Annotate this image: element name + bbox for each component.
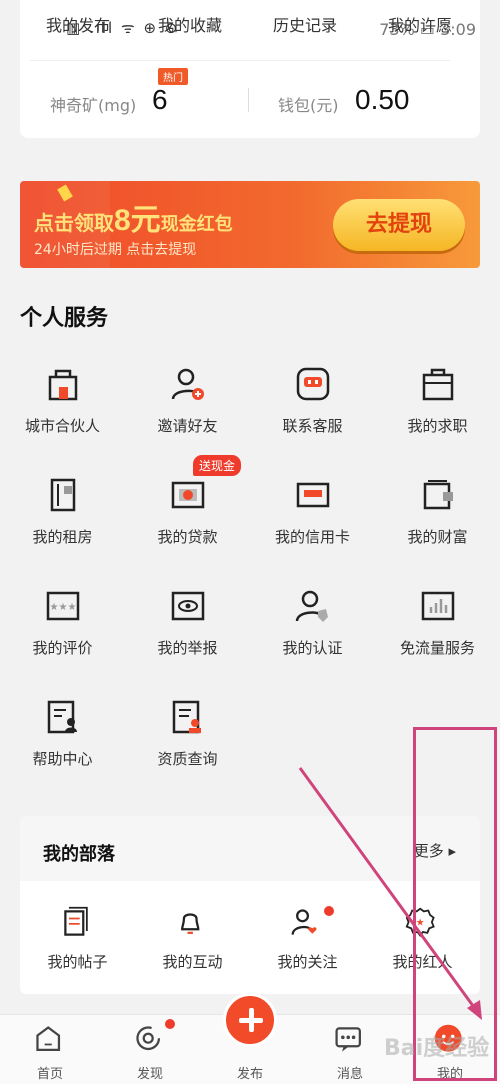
service-briefcase[interactable]: 我的求职 (375, 365, 500, 465)
quick-link-wishes[interactable]: 我的许愿 (388, 12, 452, 36)
service-label: 我的认证 (282, 639, 343, 657)
banner-subtext: 24小时后过期 点击去提现 (34, 242, 197, 258)
service-label: 我的信用卡 (274, 528, 350, 546)
discover-notification-dot (165, 1019, 175, 1029)
data-chart-icon (419, 587, 457, 625)
briefcase-icon (419, 365, 457, 403)
tribe-label: 我的关注 (277, 953, 338, 971)
quick-link-posts[interactable]: 我的发布 (46, 12, 110, 36)
service-invite-user[interactable]: 邀请好友 (125, 365, 250, 465)
service-label: 联系客服 (282, 417, 343, 435)
service-label: 我的评价 (32, 639, 93, 657)
service-help-doc[interactable]: 帮助中心 (0, 698, 125, 798)
tribe-label: 我的帖子 (47, 953, 108, 971)
tribe-label: 我的互动 (162, 953, 223, 971)
my-tribe-card: 我的部落 更多 ▸ 我的帖子 我的互动 我的关注 ★ 我的红人 (20, 816, 480, 994)
service-label: 邀请好友 (157, 417, 218, 435)
tribe-bell[interactable]: 我的互动 (135, 906, 250, 976)
service-rating[interactable]: ★★★ 我的评价 (0, 587, 125, 687)
certificate-icon (169, 698, 207, 736)
shop-icon (44, 365, 82, 403)
bell-icon (175, 906, 209, 940)
quick-link-history[interactable]: 历史记录 (273, 12, 337, 36)
money-icon (169, 476, 207, 514)
quick-link-favorites[interactable]: 我的收藏 (158, 12, 222, 36)
service-label: 我的求职 (407, 417, 468, 435)
divider (30, 60, 450, 61)
invite-user-icon (169, 365, 207, 403)
tab-label: 消息 (336, 1067, 363, 1082)
service-eye[interactable]: 我的举报 (125, 587, 250, 687)
tribe-posts[interactable]: 我的帖子 (20, 906, 135, 976)
service-data-chart[interactable]: 免流量服务 (375, 587, 500, 687)
quick-links: 我的发布 我的收藏 历史记录 我的许愿 (20, 12, 480, 42)
withdraw-button[interactable]: 去提现 (333, 199, 465, 251)
cash-bonus-banner[interactable]: 点击领取8元现金红包 24小时后过期 点击去提现 去提现 (20, 181, 480, 268)
verified-user-icon (294, 587, 332, 625)
service-building[interactable]: 我的租房 (0, 476, 125, 576)
tab-home[interactable]: 首页 (0, 1015, 100, 1084)
eye-icon (169, 587, 207, 625)
message-icon (333, 1023, 367, 1055)
mine-label[interactable]: 神奇矿(mg) (50, 92, 136, 116)
wallet-value[interactable]: 0.50 (355, 84, 410, 116)
watermark: Bai度经验 (384, 1036, 490, 1061)
service-label: 我的财富 (407, 528, 468, 546)
customer-service-icon (294, 365, 332, 403)
discover-icon (133, 1023, 167, 1055)
service-verified-user[interactable]: 我的认证 (250, 587, 375, 687)
tab-label: 发布 (236, 1067, 263, 1082)
service-credit-card[interactable]: 我的信用卡 (250, 476, 375, 576)
building-icon (44, 476, 82, 514)
stat-divider (248, 88, 249, 112)
service-label: 城市合伙人 (24, 417, 100, 435)
personal-services-title: 个人服务 (20, 306, 109, 331)
service-label: 我的贷款 (157, 528, 218, 546)
follow-icon (290, 906, 324, 940)
service-wallet[interactable]: 我的财富 (375, 476, 500, 576)
posts-icon (60, 906, 94, 940)
rating-icon: ★★★ (44, 587, 82, 625)
wallet-label[interactable]: 钱包(元) (278, 92, 339, 116)
service-money[interactable]: 我的贷款 (125, 476, 250, 576)
tab-discover[interactable]: 发现 (100, 1015, 200, 1084)
mine-value[interactable]: 6 (152, 84, 168, 116)
tribe-title: 我的部落 (43, 844, 115, 865)
service-certificate[interactable]: 资质查询 (125, 698, 250, 798)
service-customer-service[interactable]: 联系客服 (250, 365, 375, 465)
service-label: 我的租房 (32, 528, 93, 546)
service-label: 我的举报 (157, 639, 218, 657)
tribe-follow[interactable]: 我的关注 (250, 906, 365, 976)
follow-notification-dot (324, 906, 334, 916)
banner-headline: 点击领取8元现金红包 (34, 204, 233, 237)
tab-label: 发现 (136, 1067, 163, 1082)
hot-badge: 热门 (158, 68, 188, 85)
svg-text:★★★: ★★★ (50, 602, 77, 613)
service-label: 资质查询 (157, 750, 218, 768)
help-doc-icon (44, 698, 82, 736)
service-label: 免流量服务 (399, 639, 475, 657)
publish-plus-button[interactable] (223, 993, 277, 1047)
home-icon (33, 1023, 67, 1055)
send-cash-badge: 送现金 (193, 455, 242, 476)
wallet-icon (419, 476, 457, 514)
tab-label: 首页 (36, 1067, 63, 1082)
service-shop[interactable]: 城市合伙人 (0, 365, 125, 465)
credit-card-icon (294, 476, 332, 514)
service-label: 帮助中心 (32, 750, 93, 768)
annotation-highlight-box (413, 727, 497, 1081)
